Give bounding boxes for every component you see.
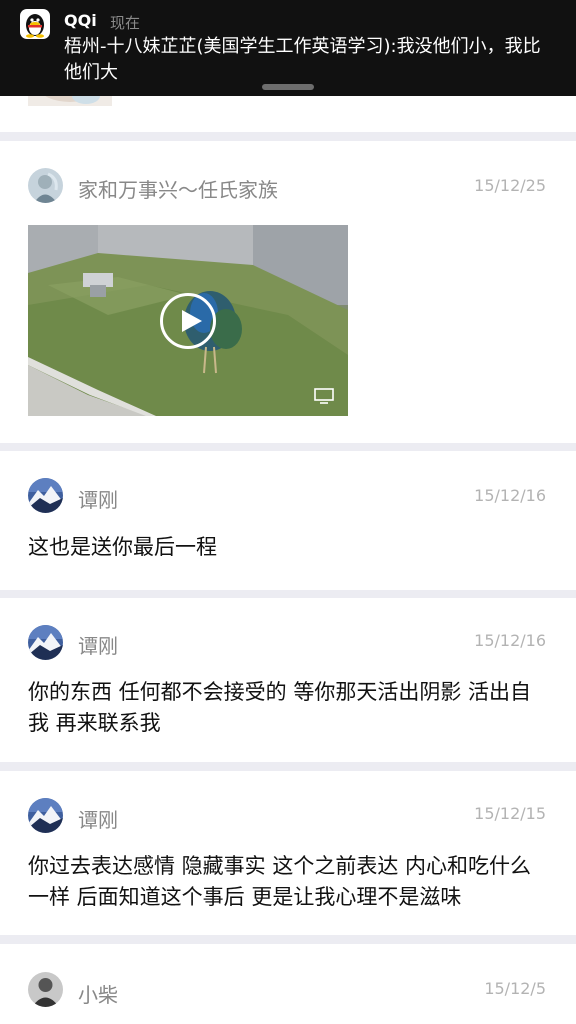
user-avatar[interactable] [28, 972, 63, 1007]
post-username[interactable]: 谭刚 [78, 630, 118, 659]
user-avatar[interactable] [28, 798, 63, 833]
user-avatar[interactable] [28, 168, 63, 203]
notification-message: 梧州-十八妹芷芷(美国学生工作英语学习):我没他们小，我比他们大 [64, 36, 541, 83]
user-avatar[interactable] [28, 625, 63, 660]
post-text: 你的东西 任何都不会接受的 等你那天活出阴影 活出自我 再来联系我 [28, 680, 532, 735]
notification-grab-handle[interactable] [262, 84, 314, 90]
notification-time: 现在 [110, 14, 141, 32]
notification-app-name: QQi [64, 11, 97, 30]
post-card[interactable]: 小柴 15/12/5 [0, 944, 576, 1024]
post-date: 15/12/15 [474, 804, 546, 823]
post-date: 15/12/25 [474, 176, 546, 195]
penguin-icon [20, 9, 50, 39]
user-avatar[interactable] [28, 478, 63, 513]
post-date: 15/12/16 [474, 486, 546, 505]
post-date: 15/12/16 [474, 631, 546, 650]
post-card[interactable]: 谭刚 15/12/16 这也是送你最后一程 [0, 451, 576, 590]
post-date: 15/12/5 [484, 979, 546, 998]
play-icon[interactable] [160, 293, 216, 349]
tv-icon[interactable] [314, 388, 334, 404]
post-text: 这也是送你最后一程 [28, 535, 217, 559]
post-username[interactable]: 家和万事兴～任氏家族 [78, 174, 278, 203]
post-card[interactable]: 谭刚 15/12/16 你的东西 任何都不会接受的 等你那天活出阴影 活出自我 … [0, 598, 576, 762]
post-username[interactable]: 谭刚 [78, 804, 118, 833]
post-card[interactable]: 谭刚 15/12/15 你过去表达感情 隐藏事实 这个之前表达 内心和吃什么一样… [0, 771, 576, 935]
post-card[interactable]: 家和万事兴～任氏家族 15/12/25 [0, 141, 576, 443]
post-username[interactable]: 小柴 [78, 979, 118, 1008]
notification-banner[interactable]: QQi 现在 梧州-十八妹芷芷(美国学生工作英语学习):我没他们小，我比他们大 [0, 0, 576, 96]
video-thumbnail[interactable] [28, 225, 348, 416]
post-text: 你过去表达感情 隐藏事实 这个之前表达 内心和吃什么一样 后面知道这个事后 更是… [28, 854, 532, 909]
app-screen: 家和万事兴～任氏家族 15/12/25 谭刚 15/12/16 这也是送你最后一… [0, 0, 576, 1024]
post-username[interactable]: 谭刚 [78, 484, 118, 513]
